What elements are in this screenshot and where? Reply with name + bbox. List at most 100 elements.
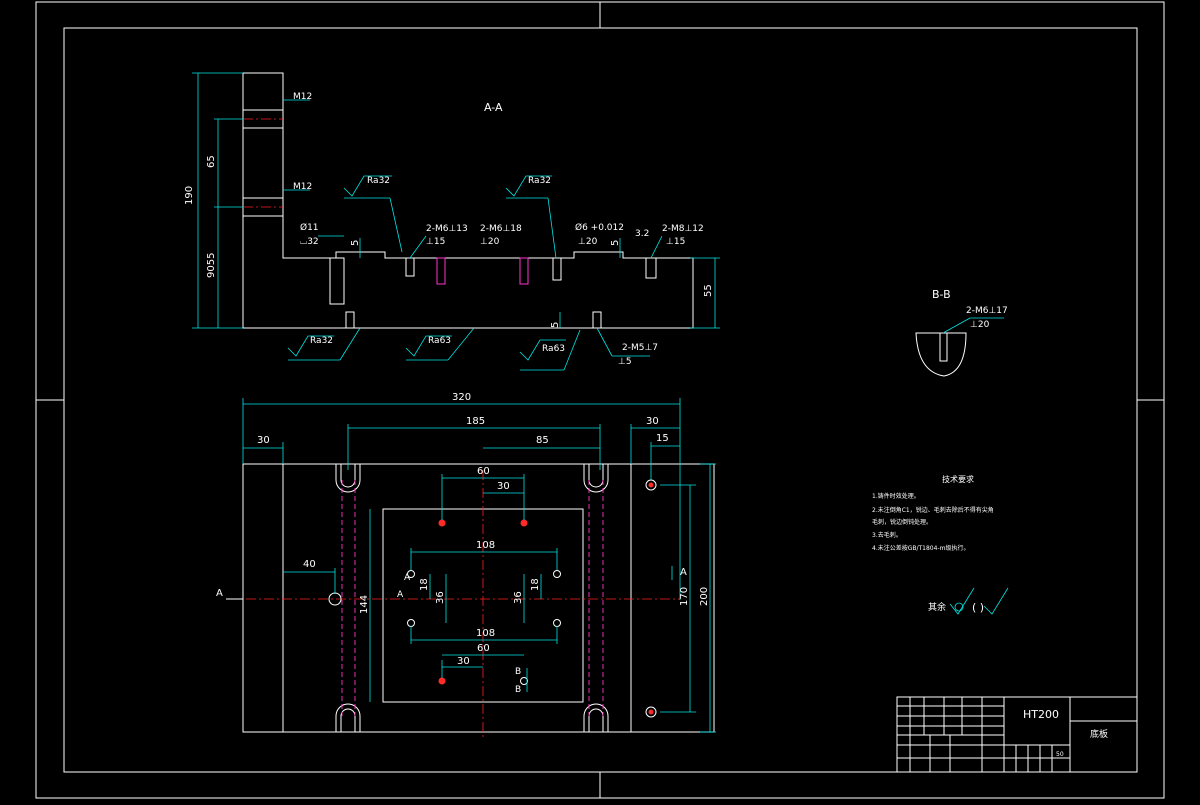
- marker-a-right: A: [680, 567, 687, 578]
- roughness-note: 其余 ( ): [928, 587, 1009, 615]
- title-scale: 50: [1056, 751, 1064, 758]
- dim-190: 190: [184, 186, 195, 205]
- hole-m6-top-left: [438, 519, 446, 527]
- dim-30-left: 30: [257, 435, 270, 446]
- marker-a-left: A: [216, 588, 223, 599]
- callout-phi11-depth: ⌴32: [300, 237, 319, 247]
- slot-top-right: [583, 464, 609, 493]
- roughness-ra32-b: Ra32: [505, 175, 557, 259]
- dim-170: 170: [679, 587, 690, 606]
- title-material: HT200: [1023, 708, 1059, 721]
- dim-40: 40: [303, 559, 316, 570]
- svg-text:Ra63: Ra63: [428, 336, 451, 346]
- hole-m6-top-right: [520, 519, 528, 527]
- tech-req-line-5: 4.未注公差按GB/T1804-m级执行。: [872, 544, 969, 552]
- slot-bottom-right: [583, 703, 609, 732]
- marker-b-top: B: [515, 667, 521, 677]
- callout-phi6-sub: ⊥20: [578, 237, 598, 247]
- sheet-frame: [35, 1, 1165, 799]
- callout-m8-12: 2-M8⊥12: [662, 224, 704, 234]
- hole-a3: [407, 619, 415, 627]
- title-part-name: 底板: [1090, 728, 1108, 740]
- m5-hole-2: [592, 311, 602, 329]
- hole-a2: [553, 570, 561, 578]
- dim-60-top: 60: [477, 466, 490, 477]
- m8-hole: [645, 257, 657, 279]
- m6-hole-2: [436, 257, 446, 285]
- callout-m6-18-sub: ⊥20: [480, 237, 500, 247]
- dim-9055: 9055: [206, 253, 217, 278]
- callout-m5-7-sub: ⊥5: [618, 357, 632, 367]
- dim-144: 144: [359, 595, 370, 614]
- dim-15: 15: [656, 433, 669, 444]
- dim-185: 185: [466, 416, 485, 427]
- tech-req-line-2: 2.未注倒角C1，锐边、毛刺去除后不得有尖角: [872, 506, 994, 514]
- roughness-ra63-b: Ra63: [519, 329, 581, 371]
- tech-requirements: 技术要求 1.铸件时效处理。 2.未注倒角C1，锐边、毛刺去除后不得有尖角 毛刺…: [872, 474, 994, 552]
- drawing-svg: A-A 190 65 9055 55 M12 M12 Ø11 ⌴32 5 2-M…: [35, 1, 1165, 799]
- callout-m8-12-sub: ⊥15: [666, 237, 685, 247]
- dim-320: 320: [452, 392, 471, 403]
- plan-view: 320 185 85 30 30 15 60 30 108 108 60 30 …: [216, 392, 716, 740]
- roughness-check-icon-2: [983, 587, 1009, 615]
- m6-hole-3: [519, 257, 529, 285]
- m6-hole-1: [405, 257, 415, 277]
- section-bb-body: [915, 332, 967, 377]
- svg-text:Ra32: Ra32: [367, 176, 390, 186]
- dim-30-bot: 30: [457, 656, 470, 667]
- section-bb-label: B-B: [932, 288, 951, 301]
- section-a-a: A-A 190 65 9055 55 M12 M12 Ø11 ⌴32 5 2-M…: [184, 72, 720, 371]
- callout-m6-13: 2-M6⊥13: [426, 224, 468, 234]
- marker-a-inner-1: A: [404, 573, 411, 583]
- m5-hole-1: [345, 311, 355, 329]
- tech-req-line-4: 3.去毛刺。: [872, 531, 902, 539]
- cad-drawing: A-A 190 65 9055 55 M12 M12 Ø11 ⌴32 5 2-M…: [0, 0, 1200, 800]
- hole-a4: [553, 619, 561, 627]
- section-aa-label: A-A: [484, 101, 503, 114]
- slot-bottom-left: [335, 703, 361, 732]
- dim-5a: 5: [350, 240, 361, 246]
- callout-bb: 2-M6⊥17: [966, 306, 1008, 316]
- callout-phi6: Ø6 +0.012: [575, 222, 624, 233]
- tech-req-title: 技术要求: [942, 474, 974, 484]
- hole-b: [520, 677, 528, 685]
- dim-85: 85: [536, 435, 549, 446]
- plate-outline: [242, 463, 715, 733]
- dim-55: 55: [703, 284, 714, 297]
- callout-m12-top: M12: [293, 92, 312, 102]
- dim-32: 3.2: [635, 229, 649, 239]
- marker-a-inner-2: A: [397, 590, 404, 600]
- svg-text:Ra63: Ra63: [542, 344, 565, 354]
- marker-b-bottom: B: [515, 685, 521, 695]
- callout-m12-mid: M12: [293, 182, 312, 192]
- dim-108-top: 108: [476, 540, 495, 551]
- dim-36-right: 36: [513, 591, 524, 604]
- dim-60-bot: 60: [477, 643, 490, 654]
- roughness-ra32-c: Ra32: [287, 327, 361, 361]
- callout-m5-7: 2-M5⊥7: [622, 343, 658, 353]
- section-bb-hole: [939, 332, 948, 362]
- section-body: [242, 72, 694, 329]
- pin-hole: [552, 257, 562, 281]
- svg-text:Ra32: Ra32: [528, 176, 551, 186]
- dim-30-right: 30: [646, 416, 659, 427]
- svg-text:Ra32: Ra32: [310, 336, 333, 346]
- callout-phi11: Ø11: [300, 222, 319, 233]
- dim-18-left: 18: [419, 578, 430, 591]
- dim-30-top: 30: [497, 481, 510, 492]
- tech-req-line-3: 毛刺，锐边倒钝处理。: [872, 518, 932, 526]
- title-block: HT200 底板 50: [896, 696, 1138, 773]
- dim-18-right: 18: [530, 578, 541, 591]
- dim-5c: 5: [550, 322, 561, 328]
- dim-65: 65: [206, 155, 217, 168]
- dim-36-left: 36: [435, 591, 446, 604]
- roughness-paren: ( ): [972, 601, 984, 614]
- callout-m6-13-sub: ⊥15: [426, 237, 445, 247]
- section-b-b: B-B 2-M6⊥17 ⊥20: [915, 288, 1008, 377]
- callout-bb-sub: ⊥20: [970, 320, 990, 330]
- tech-req-line-1: 1.铸件时效处理。: [872, 492, 920, 500]
- dim-5b: 5: [610, 240, 621, 246]
- dim-108-bot: 108: [476, 628, 495, 639]
- counterbore-pocket: [329, 257, 345, 305]
- dim-200: 200: [699, 587, 710, 606]
